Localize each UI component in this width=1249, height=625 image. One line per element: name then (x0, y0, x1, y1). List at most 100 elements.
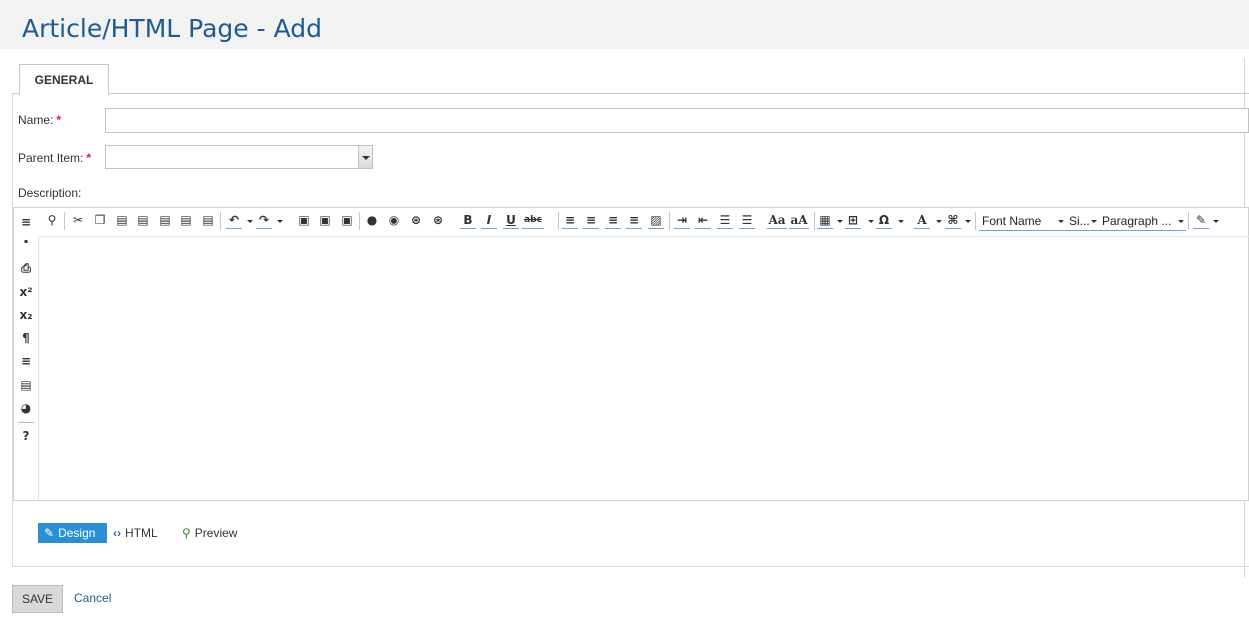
highlight-dropdown-icon[interactable] (965, 220, 971, 223)
rich-text-editor: ⚲ ✂ ❐ ▤ ▤ ▤ ▤ ▤ ↶ ↷ ▣ ▣ ▣ ● ◉ ⊛ ⊛ B I U … (13, 207, 1249, 501)
name-input[interactable] (105, 108, 1249, 133)
insert-dropdown-icon[interactable] (868, 220, 874, 223)
toolbar-separator (64, 212, 65, 230)
required-marker: * (56, 113, 62, 127)
tab-general[interactable]: GENERAL (19, 64, 109, 95)
code-brackets-icon: ‹› (113, 526, 121, 540)
unlink-icon[interactable]: ⊛ (430, 212, 446, 228)
dropdown-arrow-icon[interactable] (358, 146, 372, 168)
parent-label-text: Parent Item: (18, 151, 84, 165)
numbered-list-icon[interactable]: ☰ (717, 212, 733, 229)
font-size-select[interactable]: Si... (1066, 212, 1099, 231)
preview-mode-label: Preview (194, 526, 238, 540)
required-marker: * (86, 151, 92, 165)
chevron-down-icon (1178, 220, 1184, 223)
toolbar-separator (558, 212, 559, 230)
cut-icon[interactable]: ✂ (70, 212, 86, 228)
chevron-down-icon (1058, 220, 1064, 223)
paragraph-style-select[interactable]: Paragraph ... (1099, 212, 1186, 231)
horizontal-rule-icon[interactable]: ≡ (18, 354, 34, 368)
template-icon[interactable]: ▤ (18, 378, 34, 392)
link-manager-icon[interactable]: ⊛ (408, 212, 424, 228)
align-right-icon[interactable]: ≡ (605, 212, 621, 229)
cancel-link[interactable]: Cancel (74, 591, 111, 605)
undo-icon[interactable]: ↶ (226, 212, 242, 229)
indent-icon[interactable]: ⇥ (674, 212, 690, 229)
table-dropdown-icon[interactable] (837, 220, 843, 223)
image-map-icon[interactable]: ▣ (339, 212, 355, 228)
html-mode-label: HTML (125, 526, 158, 540)
highlight-color-icon[interactable]: ⌘ (945, 212, 961, 229)
editor-content-area[interactable] (38, 236, 1249, 501)
convert-upper-button[interactable]: aA (789, 212, 809, 229)
format-brush-icon[interactable]: ✎ (1193, 212, 1209, 229)
paste-html-icon[interactable]: ▤ (178, 212, 194, 228)
bold-button[interactable]: B (460, 212, 476, 229)
font-size-value: Si... (1069, 214, 1090, 228)
table-icon[interactable]: ▦ (817, 212, 833, 229)
align-left-icon[interactable]: ≡ (562, 212, 578, 229)
design-mode-label: Design (58, 526, 96, 540)
underline-button[interactable]: U (503, 212, 519, 229)
bullet-list-icon[interactable]: ☰ (739, 212, 755, 229)
redo-icon[interactable]: ↷ (256, 212, 272, 229)
paste-options-icon[interactable]: ▤ (200, 212, 216, 228)
image-manager-icon[interactable]: ▣ (296, 212, 312, 228)
editor-toolbar: ⚲ ✂ ❐ ▤ ▤ ▤ ▤ ▤ ↶ ↷ ▣ ▣ ▣ ● ◉ ⊛ ⊛ B I U … (14, 208, 1249, 236)
toggle-toolbar-icon[interactable]: ≡ (18, 215, 34, 229)
outdent-icon[interactable]: ⇤ (695, 212, 711, 229)
pencil-icon: ✎ (44, 526, 55, 540)
remove-alignment-icon[interactable]: ▨ (648, 212, 664, 229)
subscript-button[interactable]: x₂ (18, 308, 34, 322)
help-icon[interactable]: ? (18, 429, 34, 443)
preview-mode-button[interactable]: ⚲ Preview (182, 523, 237, 543)
parent-item-select[interactable] (105, 145, 373, 169)
toolbar-dot-icon[interactable]: ▪ (18, 238, 34, 245)
symbol-dropdown-icon[interactable] (898, 220, 904, 223)
font-color-button[interactable]: A (914, 212, 930, 229)
paste-plain-icon[interactable]: ▤ (135, 212, 151, 228)
symbol-button[interactable]: Ω (876, 212, 892, 229)
paragraph-mark-button[interactable]: ¶ (18, 331, 34, 345)
paragraph-value: Paragraph ... (1102, 214, 1172, 228)
tab-divider (12, 93, 1249, 94)
insert-element-icon[interactable]: ⊞ (845, 212, 861, 229)
magnifier-icon: ⚲ (182, 526, 191, 540)
find-icon[interactable]: ⚲ (44, 212, 60, 228)
toolbar-separator (359, 212, 360, 230)
format-brush-dropdown-icon[interactable] (1213, 220, 1219, 223)
save-button[interactable]: SAVE (12, 585, 63, 613)
print-icon[interactable]: ⎙ (18, 261, 34, 276)
undo-dropdown-icon[interactable] (247, 220, 253, 223)
name-label: Name: * (18, 113, 61, 127)
description-label: Description: (18, 186, 82, 200)
superscript-button[interactable]: x² (18, 285, 34, 299)
image-icon[interactable]: ▣ (317, 212, 333, 228)
font-name-select[interactable]: Font Name (979, 212, 1066, 231)
anchor-icon[interactable]: ◉ (386, 212, 402, 228)
copy-icon[interactable]: ❐ (92, 212, 108, 228)
insert-date-icon[interactable]: ◕ (18, 401, 34, 415)
convert-lower-button[interactable]: Aa (767, 212, 787, 229)
name-label-text: Name: (18, 113, 54, 127)
toolbar-separator (669, 212, 670, 230)
paste-word-icon[interactable]: ▤ (157, 212, 173, 228)
design-mode-button[interactable]: ✎ Design (38, 523, 107, 543)
redo-dropdown-icon[interactable] (277, 220, 283, 223)
justify-icon[interactable]: ≡ (626, 212, 642, 229)
toolbar-separator (1188, 212, 1189, 230)
paste-icon[interactable]: ▤ (114, 212, 130, 228)
font-name-value: Font Name (982, 214, 1042, 228)
italic-button[interactable]: I (481, 212, 497, 229)
page-title: Article/HTML Page - Add (22, 14, 322, 43)
toolbar-separator (814, 212, 815, 230)
parent-item-label: Parent Item: * (18, 151, 91, 165)
font-color-dropdown-icon[interactable] (936, 220, 942, 223)
hyperlink-icon[interactable]: ● (364, 212, 380, 228)
toolbar-separator (975, 212, 976, 230)
chevron-down-icon (1091, 220, 1097, 223)
align-center-icon[interactable]: ≡ (583, 212, 599, 229)
strikethrough-button[interactable]: abc (522, 212, 544, 229)
html-mode-button[interactable]: ‹› HTML (113, 523, 158, 543)
toolbar-separator (220, 212, 221, 230)
